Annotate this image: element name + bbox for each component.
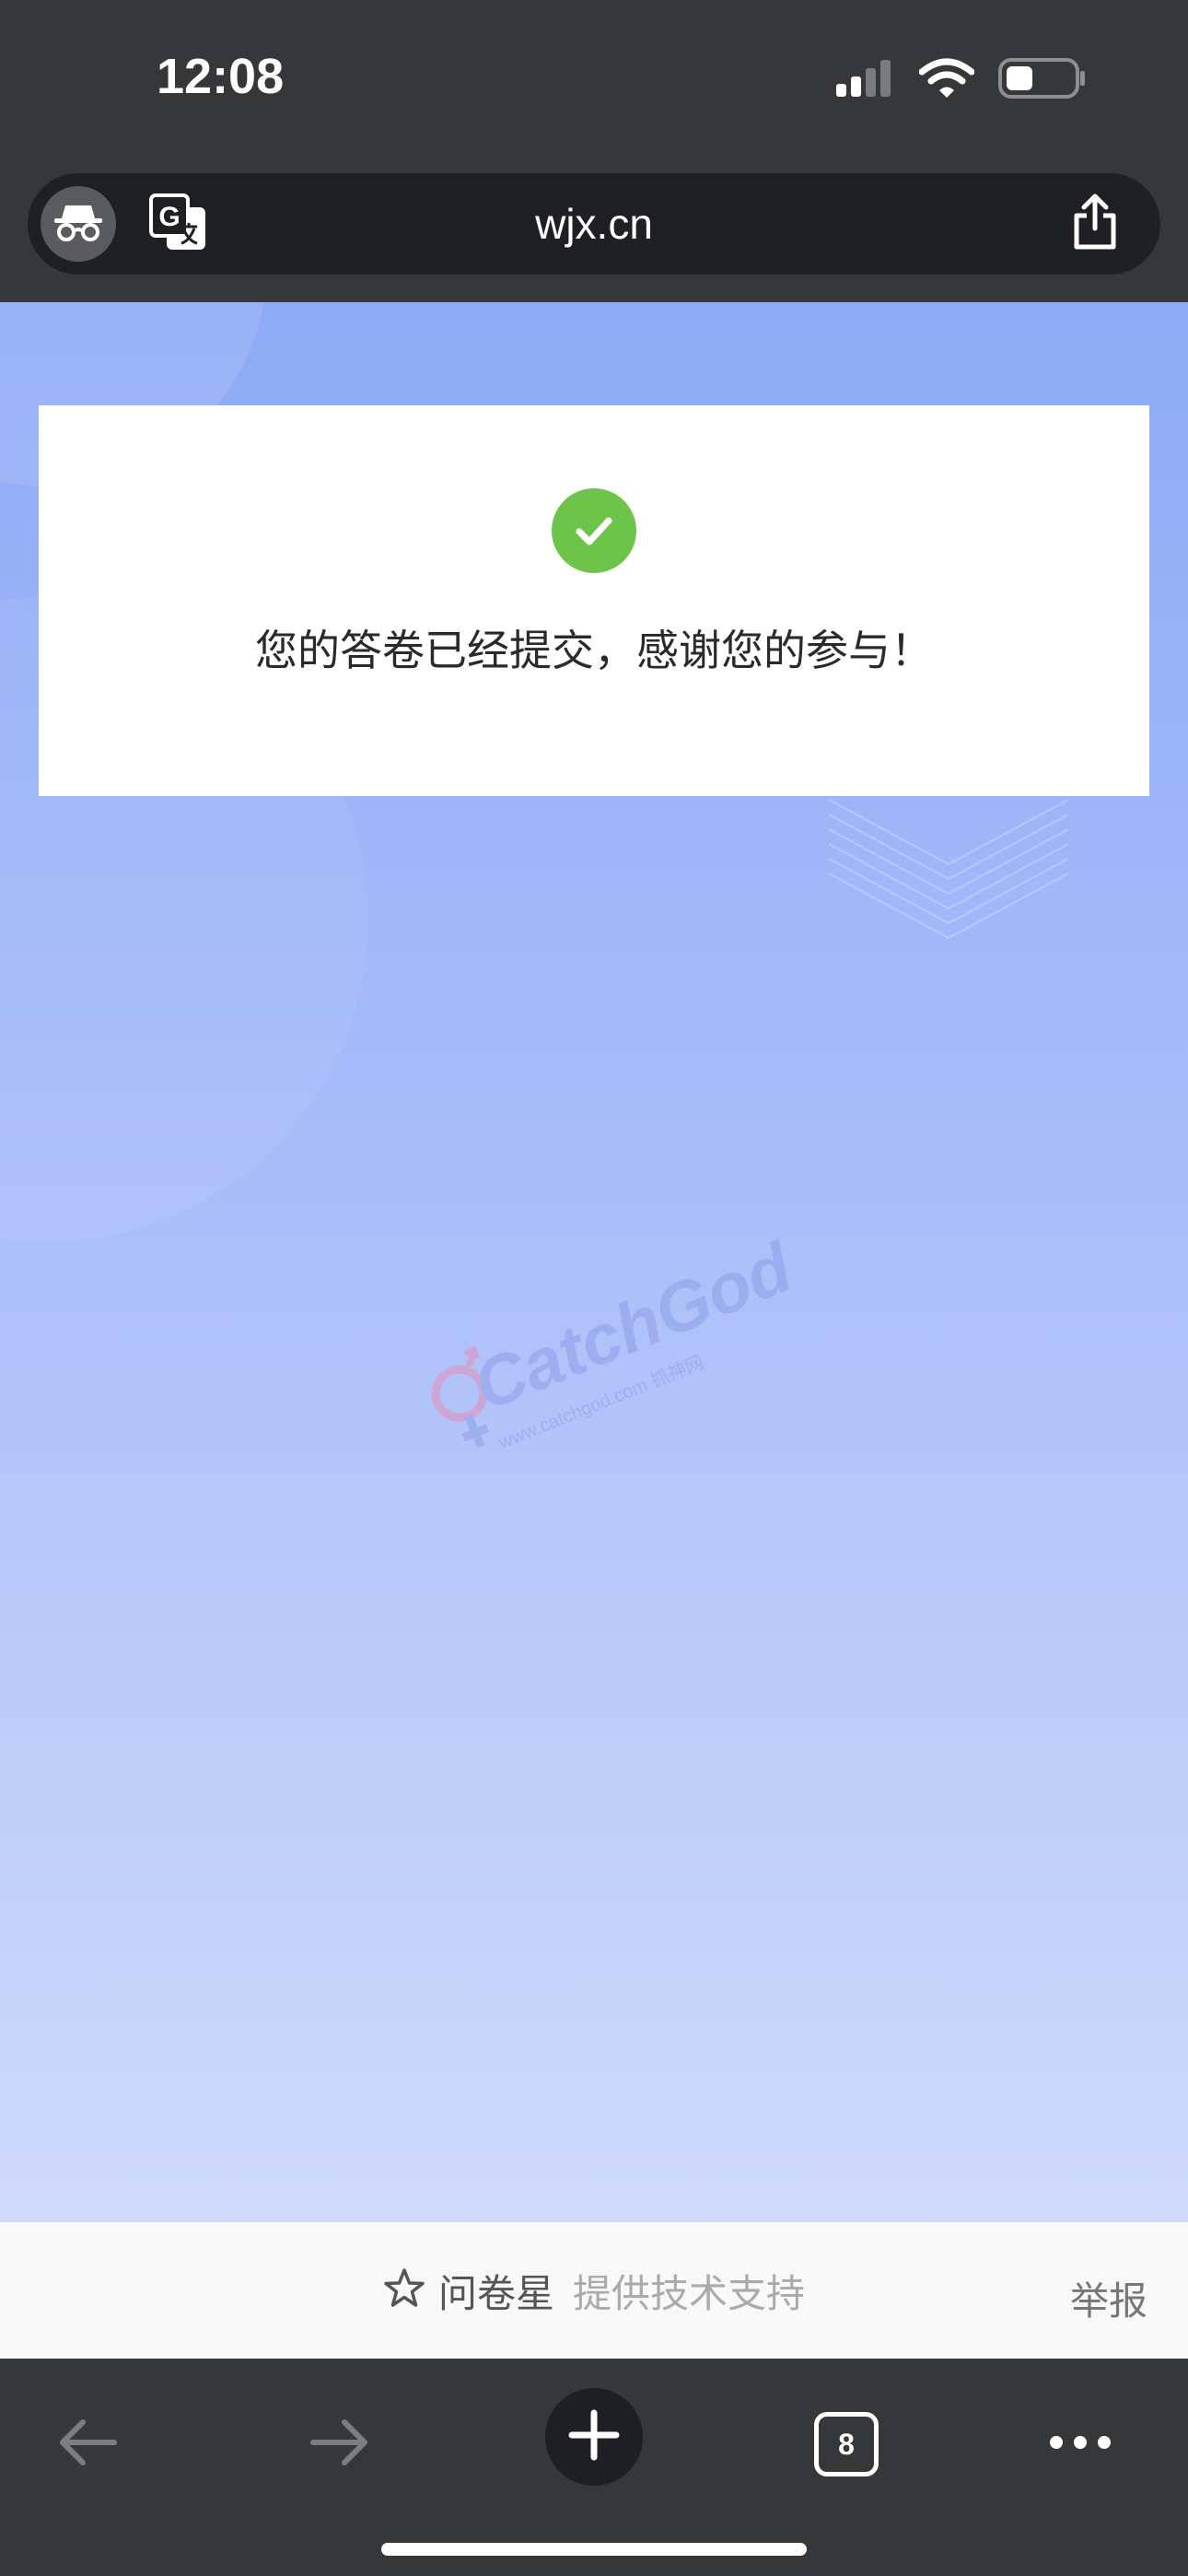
report-link[interactable]: 举报 xyxy=(1070,2270,1147,2326)
home-indicator xyxy=(381,2543,807,2556)
share-icon xyxy=(1071,193,1119,254)
wifi-icon xyxy=(918,57,975,103)
url-text[interactable]: wjx.cn xyxy=(28,199,1160,249)
result-card: 您的答卷已经提交，感谢您的参与！ xyxy=(39,405,1149,796)
footer-brand-name[interactable]: 问卷星 xyxy=(438,2263,554,2319)
forward-arrow-icon xyxy=(308,2417,372,2472)
footer-support-text: 提供技术支持 xyxy=(573,2270,806,2316)
tabs-icon: 8 xyxy=(814,2412,879,2476)
share-button[interactable] xyxy=(1063,192,1127,256)
star-icon xyxy=(383,2267,425,2313)
plus-icon xyxy=(568,2409,620,2465)
address-bar[interactable]: G wjx.cn xyxy=(28,173,1160,275)
cellular-signal-icon xyxy=(834,58,895,102)
status-time: 12:08 xyxy=(157,49,285,104)
forward-button[interactable] xyxy=(289,2394,390,2495)
status-icons xyxy=(834,57,1087,103)
success-message: 您的答卷已经提交，感谢您的参与！ xyxy=(255,626,933,675)
success-check-icon xyxy=(552,488,636,573)
web-content: 您的答卷已经提交，感谢您的参与！ CatchGod www.catchgod.c… xyxy=(0,302,1188,2222)
more-icon xyxy=(1048,2433,1112,2455)
back-arrow-icon xyxy=(55,2417,120,2472)
new-tab-button[interactable] xyxy=(545,2388,643,2486)
more-button[interactable] xyxy=(1030,2394,1131,2495)
status-bar: 12:08 xyxy=(0,0,1188,166)
tabs-button[interactable]: 8 xyxy=(796,2394,897,2495)
footer-brand[interactable]: 问卷星 提供技术支持 xyxy=(383,2265,805,2316)
back-button[interactable] xyxy=(37,2394,138,2495)
page-footer: 问卷星 提供技术支持 举报 xyxy=(0,2222,1188,2359)
watermark-logo: CatchGod www.catchgod.com 抓神网 xyxy=(398,1215,802,1528)
battery-icon xyxy=(998,57,1087,103)
background-line-pattern xyxy=(829,799,1068,940)
